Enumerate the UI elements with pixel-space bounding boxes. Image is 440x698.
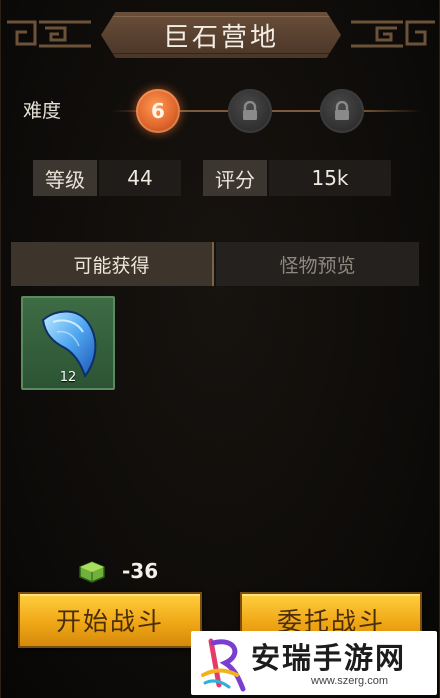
game-panel: 巨石营地 难度 6 等级 44 评分 15k 可能获得 怪物预览 12 -36 … [0, 0, 440, 698]
score-label: 评分 [203, 160, 267, 196]
level-value: 44 [99, 160, 181, 196]
score-value: 15k [269, 160, 391, 196]
difficulty-node-locked[interactable] [228, 89, 272, 133]
site-logo-icon [201, 638, 246, 692]
lock-icon [335, 101, 349, 120]
watermark-url: www.szerg.com [311, 675, 389, 687]
start-battle-button[interactable]: 开始战斗 [18, 592, 202, 648]
difficulty-node-locked[interactable] [320, 89, 364, 133]
fret-ornament-left-icon [7, 20, 91, 48]
difficulty-label: 难度 [23, 100, 62, 122]
reward-item-slot[interactable]: 12 [21, 296, 115, 390]
tab-possible-rewards[interactable]: 可能获得 [11, 242, 214, 286]
page-title: 巨石营地 [162, 22, 279, 53]
site-watermark: 安瑞手游网 www.szerg.com [191, 631, 437, 695]
header: 巨石营地 [1, 0, 440, 64]
difficulty-value: 6 [151, 99, 165, 123]
reward-item-count: 12 [59, 370, 77, 385]
lock-icon [243, 101, 257, 120]
stamina-cost: -36 [122, 559, 159, 583]
green-cube-icon [79, 561, 105, 583]
tab-monster-preview[interactable]: 怪物预览 [216, 242, 419, 286]
fret-ornament-right-icon [351, 20, 435, 48]
level-label: 等级 [33, 160, 97, 196]
watermark-text: 安瑞手游网 [251, 641, 407, 675]
difficulty-node-6[interactable]: 6 [136, 89, 180, 133]
